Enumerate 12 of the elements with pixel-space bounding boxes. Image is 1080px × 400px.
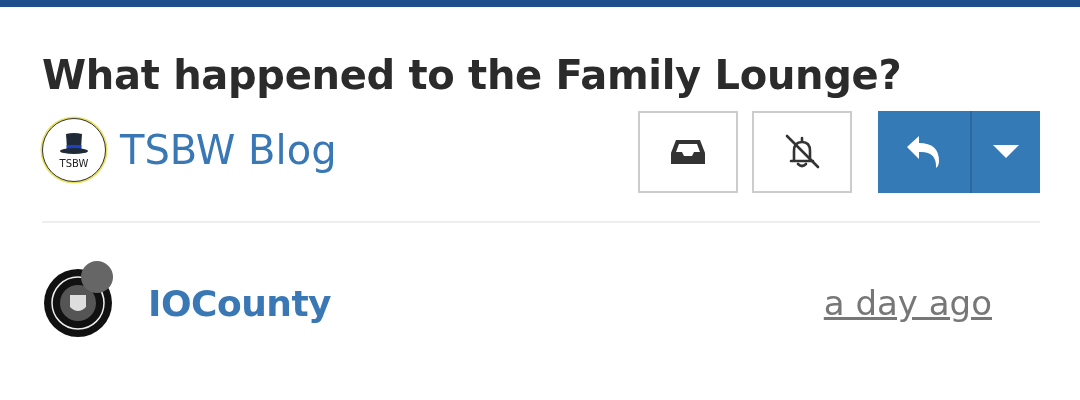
inbox-icon <box>670 138 706 166</box>
topic-title: What happened to the Family Lounge? <box>42 51 903 100</box>
post-date-link[interactable]: a day ago <box>823 283 992 323</box>
reply-button[interactable] <box>878 111 970 193</box>
reply-options-button[interactable] <box>970 111 1040 193</box>
top-hat-icon <box>59 131 89 156</box>
notification-button[interactable] <box>752 111 852 193</box>
author-link[interactable]: IOCounty <box>148 282 332 324</box>
category-link[interactable]: TSBW Blog <box>120 127 337 173</box>
bookmark-button[interactable] <box>638 111 738 193</box>
caret-icon <box>993 145 1019 159</box>
logo-text: TSBW <box>59 157 89 169</box>
